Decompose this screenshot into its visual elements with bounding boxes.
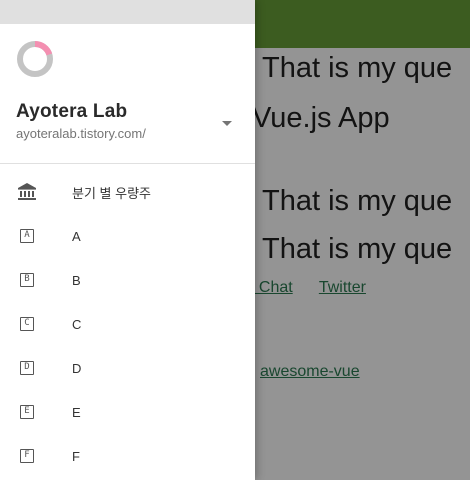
letter-b-icon: B <box>20 273 34 287</box>
account-name: Ayotera Lab <box>16 101 128 122</box>
nav-item-label: D <box>72 360 82 376</box>
nav-item-a[interactable]: A A <box>0 214 255 258</box>
account-dropdown-button[interactable] <box>216 112 238 134</box>
nav-item-label: B <box>72 272 81 288</box>
nav-item-d[interactable]: D D <box>0 346 255 390</box>
nav-item-b[interactable]: B B <box>0 258 255 302</box>
nav-item-f[interactable]: F F <box>0 434 255 478</box>
nav-item-label: A <box>72 228 81 244</box>
logo-ring-icon <box>17 40 53 77</box>
status-bar <box>0 0 255 24</box>
navigation-drawer: Ayotera Lab ayoteralab.tistory.com/ 분기 별… <box>0 0 255 480</box>
nav-item-label: 분기 별 우량주 <box>72 185 151 201</box>
nav-item-bluechip[interactable]: 분기 별 우량주 <box>0 170 255 214</box>
caret-down-icon <box>222 120 232 126</box>
bank-icon <box>14 179 40 205</box>
nav-item-label: F <box>72 448 80 464</box>
drawer-header: Ayotera Lab ayoteralab.tistory.com/ <box>0 24 255 164</box>
letter-a-icon: A <box>20 229 34 243</box>
letter-c-icon: C <box>20 317 34 331</box>
account-url: ayoteralab.tistory.com/ <box>16 126 146 141</box>
nav-item-c[interactable]: C C <box>0 302 255 346</box>
letter-d-icon: D <box>20 361 34 375</box>
letter-f-icon: F <box>20 449 34 463</box>
letter-e-icon: E <box>20 405 34 419</box>
nav-item-label: C <box>72 316 82 332</box>
nav-list: 분기 별 우량주 A A B B C C D D E E F F <box>0 170 255 478</box>
nav-item-label: E <box>72 404 81 420</box>
nav-item-e[interactable]: E E <box>0 390 255 434</box>
